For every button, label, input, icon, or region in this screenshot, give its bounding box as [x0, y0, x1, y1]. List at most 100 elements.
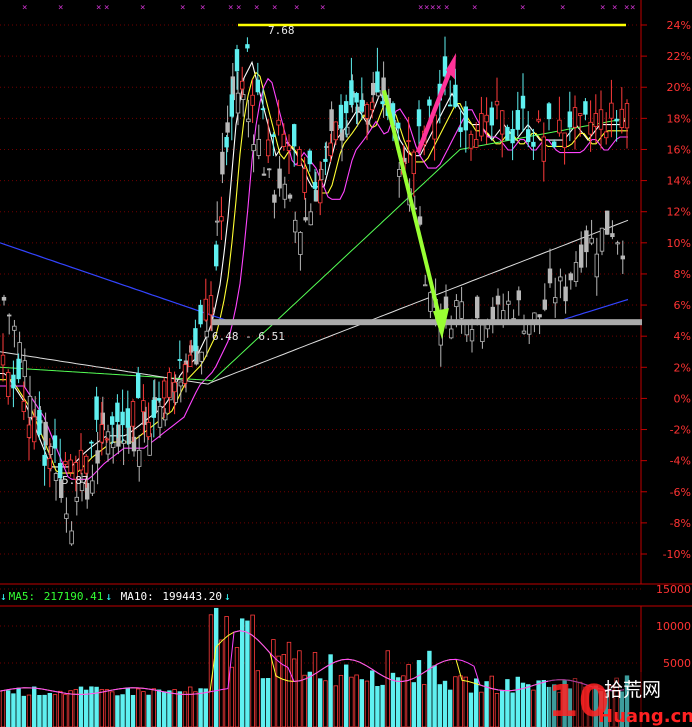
candle-body: [130, 401, 136, 427]
candle-body: [255, 79, 260, 93]
candle-body: [208, 295, 214, 316]
legend-arrow-icon: ↓: [0, 590, 7, 603]
volume-bar: [411, 682, 416, 727]
volume-bar: [526, 684, 531, 727]
candle-body: [110, 416, 115, 425]
y-tick-label: 6%: [674, 299, 691, 312]
candle-body: [277, 168, 282, 189]
candle-body: [536, 118, 541, 122]
volume-bar: [84, 689, 89, 727]
candle-body: [474, 296, 480, 319]
candle-body: [303, 217, 308, 221]
volume-bar: [42, 694, 47, 727]
candle-body: [553, 297, 558, 304]
candle-body: [26, 424, 32, 438]
candle-body: [235, 92, 241, 114]
event-mark: ×: [200, 3, 205, 13]
candle-body: [463, 106, 468, 131]
volume-bar: [489, 675, 494, 727]
candle-body: [568, 273, 573, 281]
event-mark: ×: [418, 3, 423, 13]
event-mark: ×: [520, 3, 525, 13]
candle-body: [297, 149, 302, 166]
volume-bar: [104, 689, 110, 727]
event-mark: ×: [444, 3, 449, 13]
volume-bar: [468, 692, 474, 727]
candle-body: [447, 104, 453, 107]
candle-body: [272, 194, 277, 203]
volume-bar: [390, 672, 396, 727]
volume-bar: [99, 689, 104, 727]
volume-bar: [375, 686, 380, 727]
candle-body: [234, 49, 240, 72]
y-tick-label: 20%: [667, 81, 691, 94]
event-mark: ×: [612, 3, 617, 13]
candle-body: [47, 457, 52, 469]
candle-body: [583, 101, 588, 115]
volume-bar: [276, 655, 281, 727]
candle-body: [74, 496, 79, 502]
volume-bar: [286, 641, 292, 727]
candle-body: [291, 124, 297, 147]
candle-body: [239, 80, 245, 90]
candle-body: [246, 118, 251, 123]
volume-bar: [115, 695, 120, 727]
candle-body: [22, 360, 27, 378]
candle-body: [90, 480, 95, 494]
volume-bar: [494, 693, 500, 727]
event-mark: ×: [600, 3, 605, 13]
candle-body: [624, 103, 630, 129]
volume-bar: [198, 688, 203, 727]
candle-body: [526, 129, 531, 143]
candle-body: [52, 435, 58, 449]
candle-body: [78, 449, 84, 471]
candle-body: [213, 244, 219, 267]
y-tick-label: 2%: [674, 361, 691, 374]
y-tick-label: -8%: [670, 517, 691, 530]
y-tick-label: 10%: [667, 237, 691, 250]
candle-body: [193, 328, 198, 352]
candle-body: [203, 298, 208, 321]
candle-body: [136, 449, 142, 467]
candle-body: [161, 380, 167, 399]
watermark-en: Huang.cn: [598, 706, 692, 727]
candle-body: [615, 242, 620, 245]
event-mark: ×: [272, 3, 277, 13]
candle-body: [417, 216, 423, 225]
volume-bar: [307, 671, 312, 727]
volume-bar: [219, 639, 224, 727]
volume-bar: [250, 614, 255, 727]
volume-bar: [447, 689, 453, 727]
candle-body: [375, 71, 380, 93]
volume-bar: [73, 689, 78, 727]
candle-body: [282, 183, 287, 200]
y-tick-label: 24%: [667, 19, 691, 32]
volume-bar: [265, 678, 271, 727]
volume-bar: [380, 684, 385, 727]
volume-bar: [385, 650, 390, 727]
candle-body: [506, 300, 511, 305]
volume-bar: [177, 691, 182, 727]
ma10-label: MA10:: [120, 590, 154, 603]
candle-body: [125, 408, 130, 428]
volume-bar: [130, 694, 136, 727]
event-mark: ×: [104, 3, 109, 13]
candle-body: [454, 300, 459, 308]
event-mark: ×: [96, 3, 101, 13]
volume-bar: [432, 665, 437, 727]
volume-bar: [11, 693, 16, 727]
annotation-range: 6.48 - 6.51: [212, 330, 285, 343]
support-band: [212, 319, 642, 326]
volume-bar: [297, 650, 302, 727]
volume-bar: [78, 686, 84, 727]
candle-body: [531, 141, 536, 147]
candle-body: [516, 290, 521, 301]
volume-bar: [406, 664, 411, 727]
volume-bar: [47, 692, 52, 727]
candle-body: [406, 140, 411, 143]
volume-bar: [21, 695, 26, 727]
event-mark: ×: [560, 3, 565, 13]
volume-tick-label: 10000: [656, 620, 691, 633]
candle-body: [141, 400, 146, 413]
candle-body: [552, 141, 557, 148]
